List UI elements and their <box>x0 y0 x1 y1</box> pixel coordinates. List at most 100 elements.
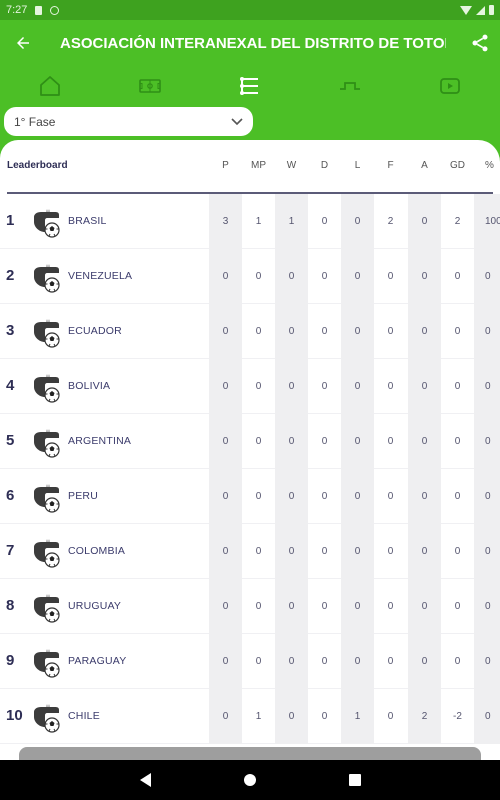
column-header-l: L <box>354 160 361 171</box>
stat-l: 0 <box>341 194 374 249</box>
stat-percent: 0 <box>474 249 500 304</box>
stat-l: 0 <box>341 634 374 689</box>
arrow-left-icon <box>17 37 29 49</box>
team-name[interactable]: COLOMBIA <box>68 545 125 557</box>
stat-p: 0 <box>209 359 242 414</box>
column-header-a: A <box>421 160 428 171</box>
team-position: 7 <box>6 542 15 559</box>
team-name[interactable]: URUGUAY <box>68 600 121 612</box>
stat-gd: 2 <box>454 216 461 227</box>
table-row[interactable]: 2 VENEZUELA 0 0 0 0 0 0 0 0 0 <box>0 249 500 304</box>
stat-mp: 0 <box>255 381 262 392</box>
stat-l: 0 <box>341 524 374 579</box>
stat-percent: 0 <box>474 689 500 744</box>
stat-mp: 0 <box>255 436 262 447</box>
team-logo-icon <box>31 482 63 514</box>
tab-videos[interactable] <box>400 66 500 106</box>
stat-p: 0 <box>209 634 242 689</box>
stat-mp: 1 <box>255 216 262 227</box>
stat-mp: 0 <box>255 546 262 557</box>
column-header-gd: GD <box>450 160 465 171</box>
phase-selected-value: 1° Fase <box>14 114 56 129</box>
system-recents-button[interactable] <box>303 774 408 786</box>
stat-l: 0 <box>341 579 374 634</box>
tab-matches[interactable] <box>100 66 200 106</box>
stat-f: 0 <box>387 381 394 392</box>
stat-mp: 0 <box>255 656 262 667</box>
stat-l: 0 <box>341 304 374 359</box>
phase-dropdown[interactable]: 1° Fase <box>4 107 253 136</box>
stat-mp: 0 <box>255 601 262 612</box>
column-header-w: W <box>286 160 297 171</box>
standings-rows: 1 BRASIL 3 1 1 0 0 2 0 2 100 2 VENEZUELA 0 0 0 0 0 0 0 0 0 3 EC… <box>0 194 500 744</box>
stat-f: 2 <box>387 216 394 227</box>
stat-gd: 0 <box>454 381 461 392</box>
back-button[interactable] <box>0 20 46 66</box>
stat-d: 0 <box>321 216 328 227</box>
stat-d: 0 <box>321 271 328 282</box>
stat-d: 0 <box>321 656 328 667</box>
stat-percent: 100 <box>474 194 500 249</box>
stat-l: 0 <box>341 469 374 524</box>
tab-home[interactable] <box>0 66 100 106</box>
play-video-icon <box>440 78 460 94</box>
table-row[interactable]: 4 BOLIVIA 0 0 0 0 0 0 0 0 0 <box>0 359 500 414</box>
table-row[interactable]: 5 ARGENTINA 0 0 0 0 0 0 0 0 0 <box>0 414 500 469</box>
stat-gd: 0 <box>454 601 461 612</box>
stat-l: 1 <box>341 689 374 744</box>
leaderboard-card: Leaderboard P MP W D L F A GD % 1 BRASIL 3… <box>0 140 500 760</box>
table-row[interactable]: 9 PARAGUAY 0 0 0 0 0 0 0 0 0 <box>0 634 500 689</box>
team-logo-icon <box>31 317 63 349</box>
stat-percent: 0 <box>474 304 500 359</box>
table-row[interactable]: 1 BRASIL 3 1 1 0 0 2 0 2 100 <box>0 194 500 249</box>
table-row[interactable]: 10 CHILE 0 1 0 0 1 0 2 -2 0 <box>0 689 500 744</box>
system-nav-bar <box>0 760 500 800</box>
team-logo-icon <box>31 427 63 459</box>
horizontal-scrollbar[interactable] <box>19 747 481 761</box>
column-header-p: P <box>222 160 229 171</box>
stat-p: 0 <box>209 579 242 634</box>
system-home-button[interactable] <box>198 774 303 786</box>
table-row[interactable]: 6 PERU 0 0 0 0 0 0 0 0 0 <box>0 469 500 524</box>
stat-mp: 1 <box>255 711 262 722</box>
stat-percent: 0 <box>474 524 500 579</box>
share-button[interactable] <box>460 20 500 66</box>
team-name[interactable]: ECUADOR <box>68 325 122 337</box>
tab-standings[interactable] <box>200 66 300 106</box>
table-row[interactable]: 7 COLOMBIA 0 0 0 0 0 0 0 0 0 <box>0 524 500 579</box>
team-position: 9 <box>6 652 15 669</box>
stat-percent: 0 <box>474 414 500 469</box>
team-name[interactable]: PERU <box>68 490 98 502</box>
back-triangle-icon <box>139 773 151 787</box>
stat-w: 0 <box>275 524 308 579</box>
stat-mp: 0 <box>255 271 262 282</box>
stat-w: 0 <box>275 634 308 689</box>
stat-a: 0 <box>408 249 441 304</box>
system-back-button[interactable] <box>93 773 198 787</box>
team-name[interactable]: PARAGUAY <box>68 655 126 667</box>
team-name[interactable]: ARGENTINA <box>68 435 131 447</box>
team-name[interactable]: VENEZUELA <box>68 270 132 282</box>
team-position: 5 <box>6 432 15 449</box>
team-name[interactable]: BRASIL <box>68 215 107 227</box>
table-header: Leaderboard P MP W D L F A GD % <box>0 140 500 194</box>
stat-f: 0 <box>387 546 394 557</box>
table-row[interactable]: 8 URUGUAY 0 0 0 0 0 0 0 0 0 <box>0 579 500 634</box>
stat-p: 3 <box>209 194 242 249</box>
team-position: 1 <box>6 212 15 229</box>
stat-w: 0 <box>275 304 308 359</box>
tab-brackets[interactable] <box>300 66 400 106</box>
table-row[interactable]: 3 ECUADOR 0 0 0 0 0 0 0 0 0 <box>0 304 500 359</box>
team-logo-icon <box>31 592 63 624</box>
stat-d: 0 <box>321 711 328 722</box>
stat-p: 0 <box>209 414 242 469</box>
bracket-icon <box>340 82 360 90</box>
team-logo-icon <box>31 372 63 404</box>
team-name[interactable]: BOLIVIA <box>68 380 110 392</box>
leaderboard-title: Leaderboard <box>7 160 68 171</box>
app-bar: ASOCIACIÓN INTERANEXAL DEL DISTRITO DE T… <box>0 20 500 66</box>
team-name[interactable]: CHILE <box>68 710 100 722</box>
column-header-mp: MP <box>251 160 266 171</box>
status-bar: 7:27 <box>0 0 500 20</box>
stat-percent: 0 <box>474 359 500 414</box>
